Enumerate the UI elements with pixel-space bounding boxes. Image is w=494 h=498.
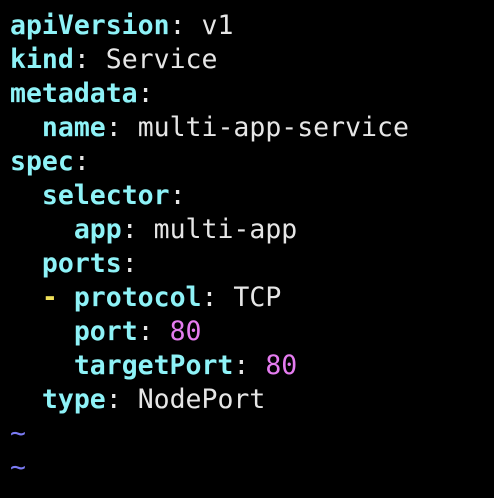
code-line: spec: <box>10 145 494 179</box>
key-colon: : <box>121 214 138 245</box>
key-colon: : <box>73 44 90 75</box>
yaml-value: multi-app-service <box>137 112 409 143</box>
key-colon: : <box>105 112 122 143</box>
key-colon: : <box>201 282 218 313</box>
yaml-editor[interactable]: apiVersion: v1 kind: Service metadata: nam… <box>0 0 494 498</box>
code-line: selector: <box>10 179 494 213</box>
yaml-value: Service <box>105 44 218 75</box>
yaml-key: selector <box>41 180 170 211</box>
code-line: apiVersion: v1 <box>10 9 494 43</box>
yaml-key: port <box>73 316 138 347</box>
yaml-key: type <box>41 384 106 415</box>
empty-line-tilde: ~ <box>10 418 26 449</box>
key-colon: : <box>121 248 138 279</box>
key-colon: : <box>137 78 154 109</box>
key-colon: : <box>169 10 186 41</box>
yaml-key: protocol <box>73 282 202 313</box>
yaml-key: name <box>41 112 106 143</box>
code-line: name: multi-app-service <box>10 111 494 145</box>
yaml-key: apiVersion <box>10 10 170 41</box>
yaml-key: spec <box>10 146 74 177</box>
yaml-key: app <box>73 214 122 245</box>
key-colon: : <box>105 384 122 415</box>
code-line: metadata: <box>10 77 494 111</box>
yaml-key: kind <box>10 44 74 75</box>
key-colon: : <box>233 350 250 381</box>
code-line: type: NodePort <box>10 383 494 417</box>
key-colon: : <box>137 316 154 347</box>
key-colon: : <box>73 146 90 177</box>
yaml-number-value: 80 <box>169 316 202 347</box>
yaml-value: TCP <box>233 282 282 313</box>
code-line: targetPort: 80 <box>10 349 494 383</box>
list-dash: - <box>41 282 74 313</box>
yaml-key: metadata <box>10 78 138 109</box>
yaml-value: multi-app <box>153 214 298 245</box>
code-line: port: 80 <box>10 315 494 349</box>
yaml-key: targetPort <box>73 350 234 381</box>
code-line: kind: Service <box>10 43 494 77</box>
code-line: ports: <box>10 247 494 281</box>
code-line: - protocol: TCP <box>10 281 494 315</box>
yaml-value: v1 <box>201 10 234 41</box>
yaml-key: ports <box>41 248 122 279</box>
code-line: app: multi-app <box>10 213 494 247</box>
yaml-number-value: 80 <box>265 350 298 381</box>
key-colon: : <box>169 180 186 211</box>
yaml-value: NodePort <box>137 384 266 415</box>
empty-line-tilde: ~ <box>10 452 26 483</box>
